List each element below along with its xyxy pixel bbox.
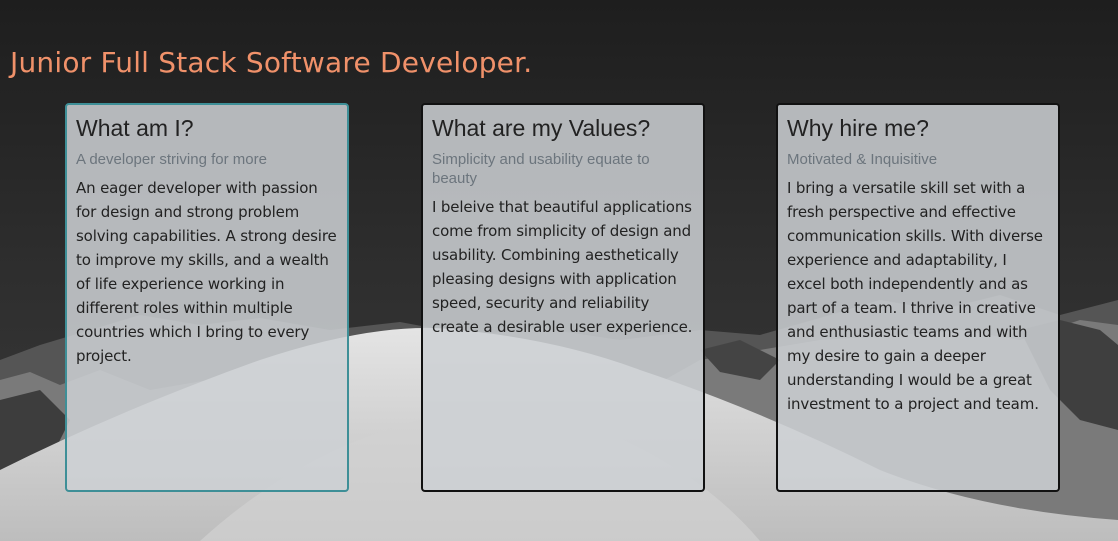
card-title: What am I? — [76, 115, 194, 141]
hero-title: Junior Full Stack Software Developer. — [10, 46, 533, 79]
card-title: What are my Values? — [432, 115, 651, 141]
card-subtitle: Simplicity and usability equate to beaut… — [432, 151, 650, 187]
card-text: I bring a versatile skill set with a fre… — [787, 179, 1043, 413]
card-text: I beleive that beautiful applications co… — [432, 198, 693, 336]
card-subtitle: Motivated & Inquisitive — [787, 151, 938, 168]
card-values[interactable]: What are my Values? Simplicity and usabi… — [421, 103, 705, 492]
card-subtitle: A developer striving for more — [76, 151, 267, 168]
card-what-am-i[interactable]: What am I? A developer striving for more… — [65, 103, 349, 492]
card-why-hire-me[interactable]: Why hire me? Motivated & Inquisitive I b… — [776, 103, 1060, 492]
card-title: Why hire me? — [787, 115, 929, 141]
card-text: An eager developer with passion for desi… — [76, 179, 337, 365]
